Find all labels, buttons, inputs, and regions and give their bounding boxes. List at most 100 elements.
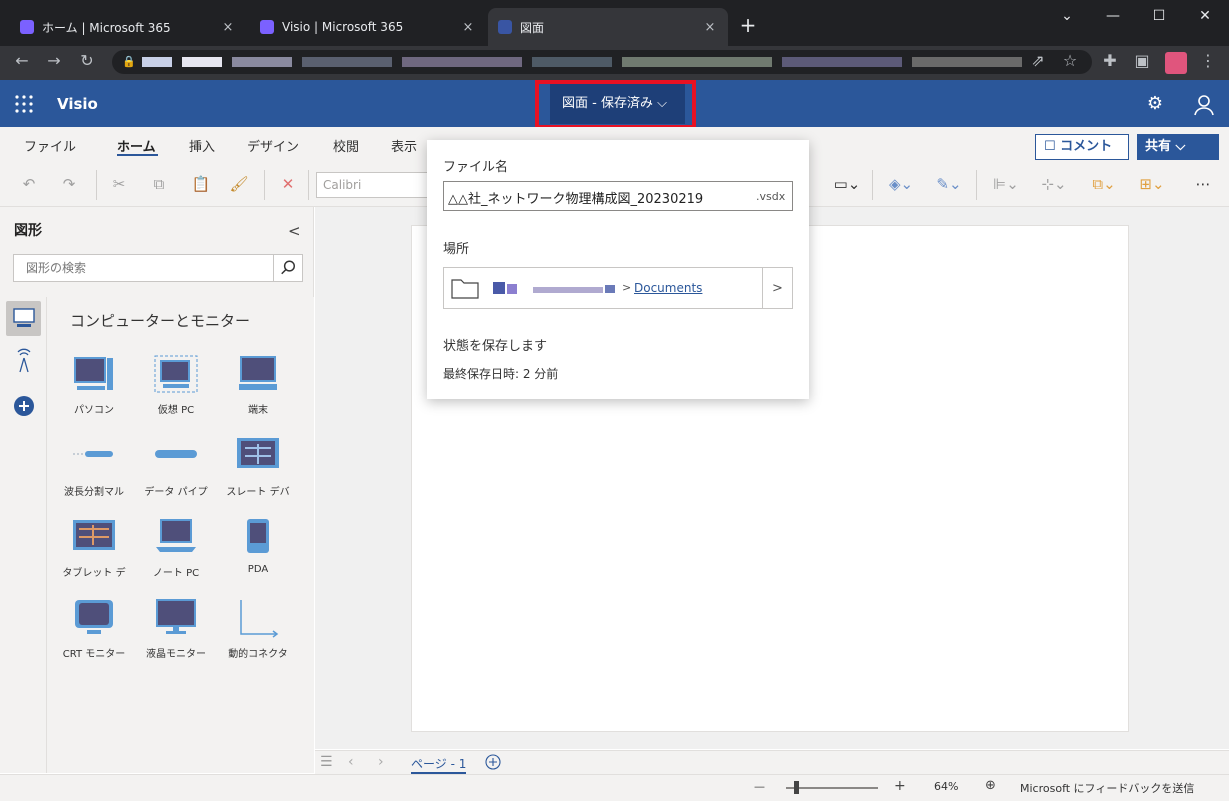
root: { "browser": { "tabs": [ {"title": "ホーム … [0, 0, 1229, 801]
reload-icon[interactable]: ↻ [75, 50, 99, 72]
app-launcher-icon[interactable] [14, 94, 34, 114]
pc-icon [74, 357, 113, 390]
shape-search-input[interactable]: 図形の検索 [13, 254, 303, 282]
zoom-level[interactable]: 64% [934, 780, 958, 793]
shape-slate-device[interactable]: スレート デバ [217, 436, 299, 500]
divider [976, 170, 977, 200]
next-page-icon[interactable]: › [378, 754, 384, 770]
shape-label: PDA [247, 564, 269, 575]
maximize-button[interactable]: ☐ [1136, 6, 1182, 26]
url-field[interactable]: 🔒 [112, 50, 1092, 74]
tab-search-icon[interactable]: ⌄ [1044, 6, 1090, 26]
close-tab-icon[interactable]: × [460, 20, 476, 35]
tab-insert[interactable]: 挿入 [189, 136, 215, 155]
browser-tab-drawing[interactable]: 図面 × [488, 8, 728, 46]
extensions-icon[interactable]: ✚ [1098, 50, 1122, 72]
share-button[interactable]: 共有 ⌵ [1137, 134, 1219, 160]
shape-data-pipe[interactable]: データ パイプ [135, 436, 217, 500]
back-icon[interactable]: ← [10, 50, 34, 72]
tab-home[interactable]: ホーム [117, 136, 156, 155]
copy-icon[interactable]: ⧉ [148, 173, 170, 195]
terminal-icon [239, 356, 277, 390]
shape-laptop[interactable]: ノート PC [135, 517, 217, 581]
shape-wdm[interactable]: 波長分割マル [53, 436, 135, 500]
delete-icon[interactable]: ✕ [277, 173, 299, 195]
crt-monitor-icon [75, 600, 113, 634]
bookmark-star-icon[interactable]: ☆ [1058, 50, 1082, 72]
feedback-link[interactable]: Microsoft にフィードバックを送信 [1020, 780, 1194, 796]
forward-icon[interactable]: → [42, 50, 66, 72]
m365-icon [20, 20, 34, 34]
browser-tab-home[interactable]: ホーム | Microsoft 365 × [10, 8, 246, 46]
profile-avatar[interactable] [1165, 52, 1187, 74]
font-name-select[interactable]: Calibri [316, 172, 436, 198]
shape-label: ノート PC [152, 568, 200, 579]
page-list-icon[interactable]: ☰ [320, 754, 333, 770]
tab-design[interactable]: デザイン [247, 136, 299, 155]
zoom-in-button[interactable]: + [894, 778, 906, 794]
group-icon[interactable]: ⊞⌄ [1134, 173, 1170, 195]
browser-tab-visio[interactable]: Visio | Microsoft 365 × [250, 8, 486, 46]
tab-review[interactable]: 校閲 [333, 136, 359, 155]
dynamic-connector-icon [240, 600, 279, 638]
add-page-icon[interactable] [485, 754, 501, 770]
add-stencil-icon[interactable] [13, 395, 35, 417]
zoom-slider-thumb[interactable] [794, 781, 799, 794]
tab-view[interactable]: 表示 [391, 136, 417, 155]
shape-pda[interactable]: PDA [217, 517, 299, 581]
fill-icon[interactable]: ◈⌄ [884, 173, 918, 195]
shape-tablet[interactable]: タブレット デ [53, 517, 135, 581]
redo-icon[interactable]: ↷ [58, 173, 80, 195]
location-label: 場所 [443, 242, 470, 257]
computer-stencil-icon [13, 308, 35, 327]
shape-dynamic-connector[interactable]: 動的コネクタ [217, 598, 299, 662]
position-icon[interactable]: ⊹⌄ [1036, 173, 1072, 195]
chevron-right-icon[interactable]: > [772, 281, 783, 296]
shape-virtual-pc[interactable]: 仮想 PC [135, 354, 217, 418]
format-painter-icon[interactable]: 🖌 [228, 173, 250, 195]
new-tab-button[interactable]: + [738, 14, 758, 36]
fit-to-window-icon[interactable]: ⊕ [985, 778, 996, 793]
previous-page-icon[interactable]: ‹ [348, 754, 354, 770]
comment-button[interactable]: ☐ コメント [1035, 134, 1129, 160]
browser-menu-icon[interactable]: ⋮ [1196, 50, 1220, 72]
paste-icon[interactable]: 📋 [190, 173, 212, 195]
zoom-slider[interactable] [786, 787, 878, 789]
filename-value[interactable]: △△社_ネットワーク物理構成図_20230219 [448, 188, 703, 207]
tab-file[interactable]: ファイル [24, 136, 76, 155]
search-icon[interactable] [273, 255, 302, 281]
shape-label: パソコン [74, 405, 114, 416]
close-tab-icon[interactable]: × [702, 20, 718, 35]
shape-terminal[interactable]: 端末 [217, 354, 299, 418]
share-page-icon[interactable]: ⇗ [1026, 50, 1050, 72]
selected-tab-underline [117, 154, 158, 156]
minimize-button[interactable]: — [1090, 6, 1136, 26]
align-icon[interactable]: ⊫⌄ [988, 173, 1024, 195]
collapse-pane-icon[interactable]: < [288, 222, 301, 240]
zoom-out-button[interactable]: — [754, 780, 765, 793]
shape-crt-monitor[interactable]: CRT モニター [53, 598, 135, 662]
shape-pc[interactable]: パソコン [53, 354, 135, 418]
app-name[interactable]: Visio [57, 94, 98, 114]
shape-label: 動的コネクタ [228, 649, 288, 660]
shape-lcd-monitor[interactable]: 液晶モニター [135, 598, 217, 662]
documents-folder-link[interactable]: Documents [634, 281, 702, 295]
arrange-icon[interactable]: ⧉⌄ [1086, 173, 1122, 195]
more-options-icon[interactable]: ⋯ [1192, 173, 1214, 195]
page-tab[interactable]: ページ - 1 [411, 755, 467, 774]
close-tab-icon[interactable]: × [220, 20, 236, 35]
side-panel-icon[interactable]: ▣ [1130, 50, 1154, 72]
breadcrumb-chevron-icon: > [622, 281, 632, 294]
last-saved-text: 最終保存日時: 2 分前 [443, 367, 559, 381]
line-color-icon[interactable]: ✎⌄ [932, 173, 966, 195]
wireless-stencil-icon[interactable] [12, 346, 36, 374]
gear-icon[interactable]: ⚙ [1144, 93, 1166, 115]
cut-icon[interactable]: ✂ [108, 173, 130, 195]
close-window-button[interactable]: ✕ [1182, 6, 1228, 26]
shape-style-icon[interactable]: ▭⌄ [830, 173, 864, 195]
file-extension: .vsdx [756, 190, 786, 203]
tab-title: Visio | Microsoft 365 [282, 20, 404, 34]
divider [264, 170, 265, 200]
account-icon[interactable] [1192, 93, 1216, 117]
undo-icon[interactable]: ↶ [18, 173, 40, 195]
